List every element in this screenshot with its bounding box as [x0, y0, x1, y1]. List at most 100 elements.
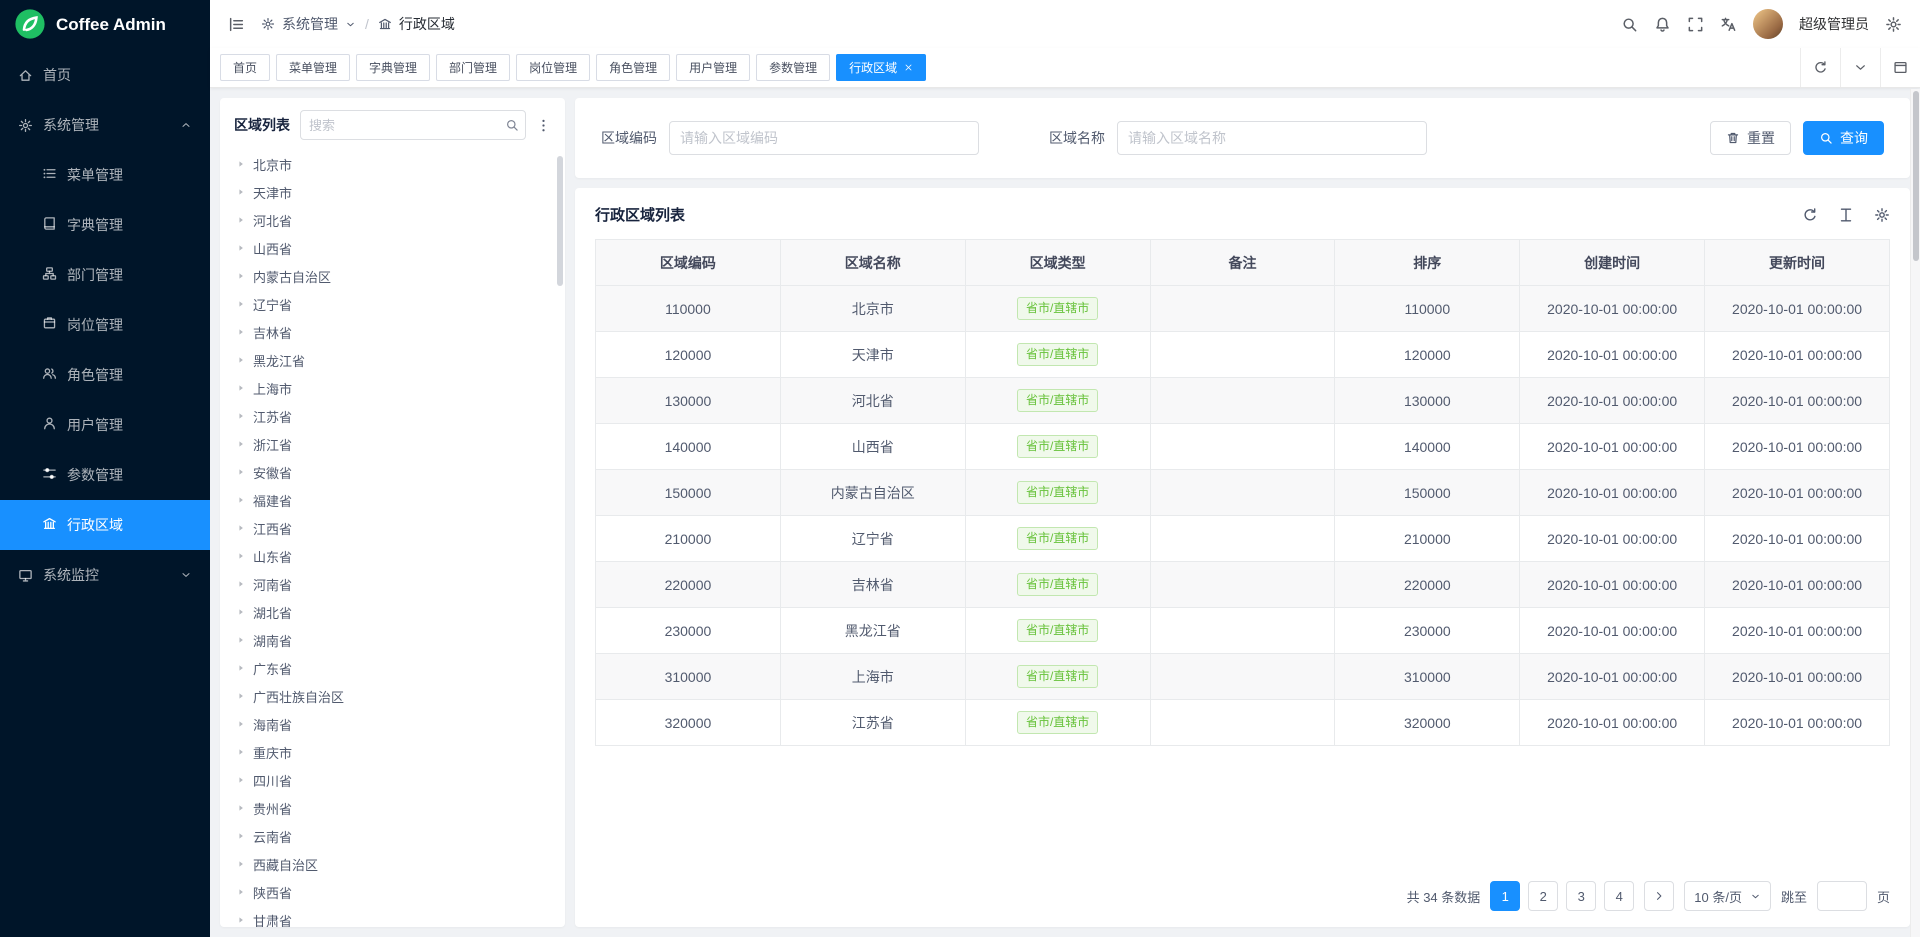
expand-caret-icon[interactable]	[236, 663, 246, 673]
column-header[interactable]: 区域类型	[965, 240, 1150, 286]
tree-item[interactable]: 福建省	[234, 486, 551, 514]
more-options-icon[interactable]	[536, 118, 551, 133]
expand-caret-icon[interactable]	[236, 887, 246, 897]
expand-caret-icon[interactable]	[236, 635, 246, 645]
expand-caret-icon[interactable]	[236, 775, 246, 785]
region-name-input[interactable]	[1117, 121, 1427, 155]
sidebar-item-home[interactable]: 首页	[0, 50, 210, 100]
avatar[interactable]	[1753, 9, 1783, 39]
page-size-select[interactable]: 10 条/页	[1684, 881, 1771, 911]
tree-item[interactable]: 陕西省	[234, 878, 551, 906]
table-row[interactable]: 210000 辽宁省 省市/直辖市 210000 2020-10-01 00:0…	[596, 516, 1890, 562]
tree-item[interactable]: 海南省	[234, 710, 551, 738]
tree-item[interactable]: 黑龙江省	[234, 346, 551, 374]
region-code-input[interactable]	[669, 121, 979, 155]
expand-caret-icon[interactable]	[236, 439, 246, 449]
sidebar-subitem[interactable]: 菜单管理	[0, 150, 210, 200]
tree-item[interactable]: 湖南省	[234, 626, 551, 654]
sidebar-subitem[interactable]: 岗位管理	[0, 300, 210, 350]
expand-caret-icon[interactable]	[236, 327, 246, 337]
collapse-sidebar-icon[interactable]	[228, 16, 245, 33]
expand-caret-icon[interactable]	[236, 831, 246, 841]
table-row[interactable]: 110000 北京市 省市/直辖市 110000 2020-10-01 00:0…	[596, 286, 1890, 332]
tree-item[interactable]: 安徽省	[234, 458, 551, 486]
sidebar-subitem[interactable]: 参数管理	[0, 450, 210, 500]
page-button[interactable]: 4	[1604, 881, 1634, 911]
tab[interactable]: 参数管理	[756, 54, 830, 81]
reset-button[interactable]: 重置	[1710, 121, 1791, 155]
table-row[interactable]: 310000 上海市 省市/直辖市 310000 2020-10-01 00:0…	[596, 654, 1890, 700]
page-button[interactable]: 2	[1528, 881, 1558, 911]
expand-caret-icon[interactable]	[236, 607, 246, 617]
column-header[interactable]: 排序	[1335, 240, 1520, 286]
table-row[interactable]: 120000 天津市 省市/直辖市 120000 2020-10-01 00:0…	[596, 332, 1890, 378]
table-row[interactable]: 320000 江苏省 省市/直辖市 320000 2020-10-01 00:0…	[596, 700, 1890, 746]
tab[interactable]: 用户管理	[676, 54, 750, 81]
search-icon[interactable]	[505, 118, 519, 132]
tree-item[interactable]: 湖北省	[234, 598, 551, 626]
expand-caret-icon[interactable]	[236, 579, 246, 589]
sidebar-subitem[interactable]: 用户管理	[0, 400, 210, 450]
tab[interactable]: 角色管理	[596, 54, 670, 81]
tree-search-input[interactable]	[301, 112, 505, 138]
refresh-icon[interactable]	[1800, 48, 1840, 87]
expand-caret-icon[interactable]	[236, 411, 246, 421]
expand-caret-icon[interactable]	[236, 271, 246, 281]
refresh-icon[interactable]	[1802, 207, 1818, 223]
breadcrumb-section[interactable]: 系统管理	[282, 14, 338, 34]
sidebar-subitem[interactable]: 行政区域	[0, 500, 210, 550]
expand-caret-icon[interactable]	[236, 691, 246, 701]
tree-item[interactable]: 浙江省	[234, 430, 551, 458]
sidebar-group-system[interactable]: 系统管理	[0, 100, 210, 150]
column-settings-icon[interactable]	[1874, 207, 1890, 223]
translate-icon[interactable]	[1720, 16, 1737, 33]
column-header[interactable]: 创建时间	[1520, 240, 1705, 286]
expand-caret-icon[interactable]	[236, 355, 246, 365]
sidebar-group-monitor[interactable]: 系统监控	[0, 550, 210, 600]
row-height-icon[interactable]	[1838, 207, 1854, 223]
bell-icon[interactable]	[1654, 16, 1671, 33]
user-name[interactable]: 超级管理员	[1799, 14, 1869, 34]
tree-scrollbar[interactable]	[556, 156, 564, 925]
expand-caret-icon[interactable]	[236, 467, 246, 477]
next-page-button[interactable]	[1644, 881, 1674, 911]
expand-caret-icon[interactable]	[236, 495, 246, 505]
scrollbar-thumb[interactable]	[1913, 91, 1919, 261]
tab[interactable]: 岗位管理	[516, 54, 590, 81]
tab[interactable]: 部门管理	[436, 54, 510, 81]
column-header[interactable]: 备注	[1150, 240, 1335, 286]
query-button[interactable]: 查询	[1803, 121, 1884, 155]
close-icon[interactable]	[904, 63, 913, 72]
expand-caret-icon[interactable]	[236, 187, 246, 197]
table-row[interactable]: 150000 内蒙古自治区 省市/直辖市 150000 2020-10-01 0…	[596, 470, 1890, 516]
tree-item[interactable]: 山东省	[234, 542, 551, 570]
tree-item[interactable]: 山西省	[234, 234, 551, 262]
scrollbar-thumb[interactable]	[557, 156, 563, 286]
search-icon[interactable]	[1621, 16, 1638, 33]
tree-item[interactable]: 天津市	[234, 178, 551, 206]
tree-item[interactable]: 广西壮族自治区	[234, 682, 551, 710]
tree-item[interactable]: 四川省	[234, 766, 551, 794]
tree-item[interactable]: 贵州省	[234, 794, 551, 822]
tree-item[interactable]: 北京市	[234, 150, 551, 178]
tree-item[interactable]: 河南省	[234, 570, 551, 598]
tab[interactable]: 首页	[220, 54, 270, 81]
column-header[interactable]: 区域名称	[780, 240, 965, 286]
sidebar-subitem[interactable]: 部门管理	[0, 250, 210, 300]
page-scrollbar[interactable]	[1910, 89, 1920, 937]
tree-item[interactable]: 云南省	[234, 822, 551, 850]
jump-page-input[interactable]	[1817, 881, 1867, 911]
column-header[interactable]: 区域编码	[596, 240, 781, 286]
expand-caret-icon[interactable]	[236, 859, 246, 869]
tab[interactable]: 行政区域	[836, 54, 926, 81]
fullscreen-icon[interactable]	[1687, 16, 1704, 33]
expand-caret-icon[interactable]	[236, 299, 246, 309]
column-header[interactable]: 更新时间	[1705, 240, 1890, 286]
tree-item[interactable]: 上海市	[234, 374, 551, 402]
expand-caret-icon[interactable]	[236, 383, 246, 393]
tree-item[interactable]: 江西省	[234, 514, 551, 542]
expand-caret-icon[interactable]	[236, 747, 246, 757]
table-row[interactable]: 230000 黑龙江省 省市/直辖市 230000 2020-10-01 00:…	[596, 608, 1890, 654]
table-row[interactable]: 130000 河北省 省市/直辖市 130000 2020-10-01 00:0…	[596, 378, 1890, 424]
tab[interactable]: 字典管理	[356, 54, 430, 81]
